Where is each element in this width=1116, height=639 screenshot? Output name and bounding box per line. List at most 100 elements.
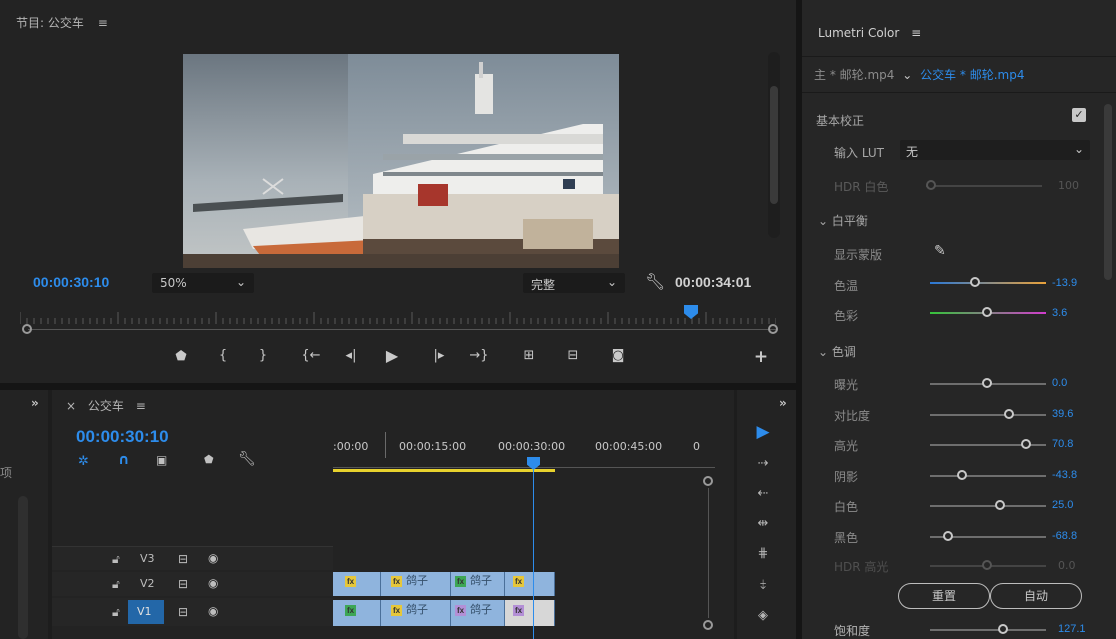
white-balance-header[interactable]: ⌄ 白平衡 bbox=[818, 212, 868, 229]
tone-slider-knob[interactable] bbox=[1004, 409, 1014, 419]
expand-icon[interactable]: » bbox=[31, 396, 39, 410]
wrench-icon[interactable]: 🔧︎ bbox=[238, 451, 256, 467]
mark-in-icon[interactable]: { bbox=[212, 348, 234, 363]
saturation-value[interactable]: 127.1 bbox=[1058, 623, 1086, 635]
temperature-value[interactable]: -13.9 bbox=[1052, 277, 1077, 289]
plus-icon[interactable]: + bbox=[750, 347, 772, 367]
timeline-scrollbar[interactable] bbox=[703, 476, 715, 630]
reset-button[interactable]: 重置 bbox=[898, 583, 990, 609]
panel-divider[interactable] bbox=[0, 383, 796, 390]
lock-icon[interactable]: 🔓︎ bbox=[112, 552, 120, 567]
add-marker-icon[interactable]: ⬟ bbox=[204, 453, 214, 466]
step-forward-icon[interactable]: |▸ bbox=[428, 348, 450, 363]
zoom-handle-right[interactable] bbox=[768, 324, 778, 334]
tone-slider-knob[interactable] bbox=[982, 378, 992, 388]
source-clip[interactable]: 主 * 邮轮.mp4 bbox=[814, 68, 894, 82]
track-label[interactable]: V2 bbox=[140, 577, 155, 590]
target-clip[interactable]: 公交车 * 邮轮.mp4 bbox=[920, 68, 1024, 82]
go-to-in-icon[interactable]: {← bbox=[300, 348, 322, 363]
snap-icon[interactable]: ∩ bbox=[118, 452, 129, 468]
tone-slider-value[interactable]: -68.8 bbox=[1052, 530, 1077, 542]
menu-icon[interactable]: ≡ bbox=[136, 399, 146, 413]
tone-slider-value[interactable]: 39.6 bbox=[1052, 408, 1073, 420]
basic-correction-header[interactable]: 基本校正 bbox=[816, 112, 864, 129]
quality-dropdown[interactable]: 完整 ⌄ bbox=[523, 273, 625, 293]
eyedropper-icon[interactable]: ✎ bbox=[934, 243, 946, 259]
clip[interactable]: fx 鸽子 bbox=[451, 572, 505, 596]
lift-icon[interactable]: ⊞ bbox=[518, 348, 540, 363]
play-icon[interactable]: ▶ bbox=[381, 346, 403, 365]
track-select-tool-icon[interactable]: ⇢ bbox=[753, 456, 773, 471]
sync-lock-icon[interactable]: ⊟ bbox=[178, 552, 188, 566]
clip[interactable]: fx 鸽子 bbox=[381, 600, 451, 626]
eye-icon[interactable]: ◉ bbox=[208, 551, 218, 565]
work-area-bar[interactable] bbox=[333, 469, 555, 472]
sync-lock-icon[interactable]: ⊟ bbox=[178, 577, 188, 591]
enable-checkbox[interactable]: ✓ bbox=[1072, 108, 1086, 122]
clip[interactable]: fx 鸽子 bbox=[451, 600, 505, 626]
lock-icon[interactable]: 🔓︎ bbox=[112, 577, 120, 592]
monitor-ruler[interactable] bbox=[19, 312, 777, 324]
clip-selector[interactable]: 主 * 邮轮.mp4 ⌄ 公交车 * 邮轮.mp4 bbox=[814, 66, 1025, 83]
extract-icon[interactable]: ⊟ bbox=[562, 348, 584, 363]
tone-slider-value[interactable]: -43.8 bbox=[1052, 469, 1077, 481]
lock-icon[interactable]: 🔓︎ bbox=[112, 605, 120, 620]
input-lut-dropdown[interactable]: 无 ⌄ bbox=[900, 140, 1090, 160]
clip[interactable]: fx bbox=[333, 600, 381, 626]
clip[interactable]: fx bbox=[505, 572, 555, 596]
add-marker-icon[interactable]: ⬟ bbox=[170, 349, 192, 364]
tone-slider[interactable] bbox=[930, 414, 1046, 416]
close-icon[interactable]: × bbox=[66, 399, 76, 413]
chevron-down-icon[interactable]: ⌄ bbox=[902, 68, 912, 82]
clip[interactable]: fx 鸽子 bbox=[381, 572, 451, 596]
saturation-knob[interactable] bbox=[998, 624, 1008, 634]
tone-slider-knob[interactable] bbox=[943, 531, 953, 541]
tone-slider-knob[interactable] bbox=[1021, 439, 1031, 449]
step-back-icon[interactable]: ◂| bbox=[340, 348, 362, 363]
monitor-title[interactable]: 节目: 公交车 ≡ bbox=[16, 14, 108, 31]
lumetri-tab[interactable]: Lumetri Color ≡ bbox=[818, 26, 921, 40]
tint-value[interactable]: 3.6 bbox=[1052, 307, 1067, 319]
clip[interactable]: fx bbox=[505, 600, 555, 626]
monitor-scrollbar[interactable] bbox=[768, 52, 780, 238]
timeline-timecode[interactable]: 00:00:30:10 bbox=[76, 427, 169, 447]
tone-slider-value[interactable]: 25.0 bbox=[1052, 499, 1073, 511]
menu-icon[interactable]: ≡ bbox=[911, 26, 921, 40]
track-label[interactable]: V3 bbox=[140, 552, 155, 565]
wrench-icon[interactable]: 🔧︎ bbox=[645, 272, 665, 291]
temperature-slider[interactable] bbox=[930, 282, 1046, 284]
mark-out-icon[interactable]: } bbox=[252, 348, 274, 363]
tone-slider-value[interactable]: 0.0 bbox=[1052, 377, 1067, 389]
nest-icon[interactable]: ✲ bbox=[78, 454, 89, 469]
sync-lock-icon[interactable]: ⊟ bbox=[178, 605, 188, 619]
tone-header[interactable]: ⌄ 色调 bbox=[818, 343, 856, 360]
temperature-knob[interactable] bbox=[970, 277, 980, 287]
ripple-edit-tool-icon[interactable]: ⇠ bbox=[753, 486, 773, 501]
linked-selection-icon[interactable]: ▣ bbox=[156, 453, 167, 467]
expand-icon[interactable]: » bbox=[779, 396, 787, 410]
tone-slider[interactable] bbox=[930, 475, 1046, 477]
zoom-bar[interactable] bbox=[28, 329, 776, 330]
selection-tool-icon[interactable]: ▶ bbox=[753, 422, 773, 442]
camera-icon[interactable]: ◙ bbox=[607, 348, 629, 363]
go-to-out-icon[interactable]: →} bbox=[468, 348, 490, 363]
tint-knob[interactable] bbox=[982, 307, 992, 317]
rolling-edit-tool-icon[interactable]: ⇹ bbox=[753, 516, 773, 531]
tone-slider[interactable] bbox=[930, 505, 1046, 507]
monitor-scrollbar-thumb[interactable] bbox=[770, 86, 778, 204]
sequence-tab[interactable]: × 公交车 ≡ bbox=[66, 397, 146, 414]
tone-slider-value[interactable]: 70.8 bbox=[1052, 438, 1073, 450]
project-scrollbar[interactable] bbox=[18, 496, 28, 639]
eye-icon[interactable]: ◉ bbox=[208, 576, 218, 590]
zoom-dropdown[interactable]: 50% ⌄ bbox=[152, 273, 254, 293]
auto-button[interactable]: 自动 bbox=[990, 583, 1082, 609]
lumetri-scrollbar[interactable] bbox=[1104, 96, 1114, 636]
tone-slider-knob[interactable] bbox=[995, 500, 1005, 510]
tone-slider-knob[interactable] bbox=[957, 470, 967, 480]
slip-tool-icon[interactable]: ⋕ bbox=[753, 546, 773, 561]
current-timecode[interactable]: 00:00:30:10 bbox=[33, 274, 109, 290]
pen-tool-icon[interactable]: ◈ bbox=[753, 608, 773, 623]
clip[interactable]: fx bbox=[333, 572, 381, 596]
track-label[interactable]: V1 bbox=[128, 600, 164, 624]
timeline-ruler[interactable]: :00:00 00:00:15:00 00:00:30:00 00:00:45:… bbox=[333, 432, 715, 472]
